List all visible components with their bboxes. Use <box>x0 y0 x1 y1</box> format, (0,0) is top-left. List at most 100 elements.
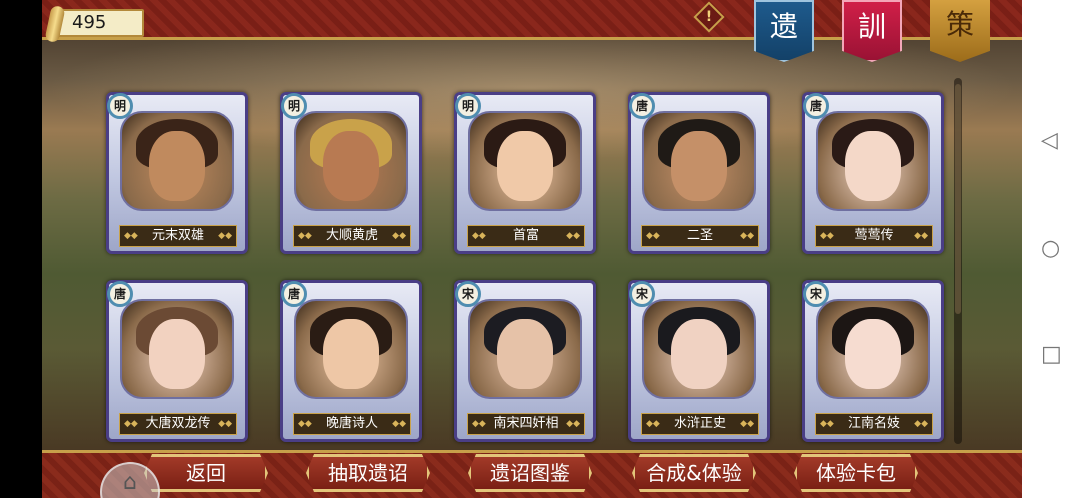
card-7[interactable]: 宋 ◆◆ 南宋四奸相 ◆◆ <box>454 280 596 442</box>
card-name-bar: ◆◆ 江南名妓 ◆◆ <box>815 413 933 435</box>
tab-xun-label: 訓 <box>857 10 886 43</box>
dynasty-badge: 唐 <box>107 281 133 307</box>
card-name-bar: ◆◆ 大顺黄虎 ◆◆ <box>293 225 411 247</box>
card-portrait <box>120 299 234 399</box>
trial-pack-button[interactable]: 体验卡包 <box>794 454 918 492</box>
currency-amount: 495 <box>58 9 144 37</box>
card-2[interactable]: 明 ◆◆ 首富 ◆◆ <box>454 92 596 254</box>
card-list-scrollbar[interactable] <box>954 78 962 444</box>
card-portrait <box>468 111 582 211</box>
home-icon: ⌂ <box>123 470 137 495</box>
card-name-bar: ◆◆ 南宋四奸相 ◆◆ <box>467 413 585 435</box>
tab-ce-label: 策 <box>945 8 974 41</box>
dynasty-badge: 明 <box>455 93 481 119</box>
ornament-left-icon: ◆◆ <box>124 419 138 429</box>
tab-ce[interactable]: 策 <box>930 0 990 62</box>
ornament-right-icon: ◆◆ <box>218 419 232 429</box>
portrait-face <box>671 319 727 389</box>
card-8[interactable]: 宋 ◆◆ 水浒正史 ◆◆ <box>628 280 770 442</box>
back-button[interactable]: 返回 <box>144 454 268 492</box>
ornament-right-icon: ◆◆ <box>914 231 928 241</box>
card-name: 莺莺传 <box>854 228 894 243</box>
scrollbar-thumb[interactable] <box>955 84 961 314</box>
card-name-bar: ◆◆ 莺莺传 ◆◆ <box>815 225 933 247</box>
portrait-face <box>845 319 901 389</box>
card-name-bar: ◆◆ 晚唐诗人 ◆◆ <box>293 413 411 435</box>
ornament-right-icon: ◆◆ <box>566 231 580 241</box>
portrait-face <box>845 131 901 201</box>
dynasty-badge: 明 <box>107 93 133 119</box>
card-name: 江南名妓 <box>847 416 900 431</box>
currency-display: 495 <box>44 4 148 44</box>
card-name: 水浒正史 <box>673 416 726 431</box>
ornament-left-icon: ◆◆ <box>646 419 660 429</box>
card-portrait <box>120 111 234 211</box>
card-portrait <box>642 299 756 399</box>
card-name-bar: ◆◆ 二圣 ◆◆ <box>641 225 759 247</box>
card-portrait <box>816 299 930 399</box>
card-portrait <box>816 111 930 211</box>
card-5[interactable]: 唐 ◆◆ 大唐双龙传 ◆◆ <box>106 280 248 442</box>
card-name-bar: ◆◆ 首富 ◆◆ <box>467 225 585 247</box>
card-9[interactable]: 宋 ◆◆ 江南名妓 ◆◆ <box>802 280 944 442</box>
portrait-face <box>497 131 553 201</box>
ornament-right-icon: ◆◆ <box>392 231 406 241</box>
card-0[interactable]: 明 ◆◆ 元末双雄 ◆◆ <box>106 92 248 254</box>
android-nav-bar: ◁ ○ □ <box>1022 0 1080 498</box>
exclamation-icon: ! <box>705 9 713 25</box>
ornament-right-icon: ◆◆ <box>914 419 928 429</box>
ornament-left-icon: ◆◆ <box>472 231 486 241</box>
card-name: 大唐双龙传 <box>145 416 211 431</box>
card-portrait <box>294 111 408 211</box>
combine-trial-button[interactable]: 合成&体验 <box>632 454 756 492</box>
portrait-face <box>497 319 553 389</box>
portrait-face <box>149 319 205 389</box>
tab-yi-label: 遗 <box>769 10 798 43</box>
nav-recent-icon[interactable]: □ <box>1041 342 1062 367</box>
card-portrait <box>642 111 756 211</box>
ornament-left-icon: ◆◆ <box>820 231 834 241</box>
dynasty-badge: 唐 <box>281 281 307 307</box>
portrait-face <box>323 131 379 201</box>
left-black-bar <box>0 0 42 498</box>
portrait-face <box>671 131 727 201</box>
dynasty-badge: 宋 <box>629 281 655 307</box>
dynasty-badge: 唐 <box>803 93 829 119</box>
card-name: 晚唐诗人 <box>325 416 378 431</box>
edict-catalog-button[interactable]: 遗诏图鉴 <box>468 454 592 492</box>
ornament-right-icon: ◆◆ <box>740 231 754 241</box>
ornament-right-icon: ◆◆ <box>218 231 232 241</box>
portrait-face <box>149 131 205 201</box>
card-4[interactable]: 唐 ◆◆ 莺莺传 ◆◆ <box>802 92 944 254</box>
card-name: 首富 <box>512 228 539 243</box>
ornament-left-icon: ◆◆ <box>298 419 312 429</box>
card-name: 二圣 <box>686 228 713 243</box>
card-name: 大顺黄虎 <box>325 228 378 243</box>
ornament-left-icon: ◆◆ <box>646 231 660 241</box>
nav-back-icon[interactable]: ◁ <box>1041 128 1058 153</box>
ornament-right-icon: ◆◆ <box>566 419 580 429</box>
card-1[interactable]: 明 ◆◆ 大顺黄虎 ◆◆ <box>280 92 422 254</box>
ornament-right-icon: ◆◆ <box>740 419 754 429</box>
ornament-left-icon: ◆◆ <box>820 419 834 429</box>
dynasty-badge: 宋 <box>803 281 829 307</box>
ornament-left-icon: ◆◆ <box>124 231 138 241</box>
tab-xun[interactable]: 訓 <box>842 0 902 62</box>
ornament-right-icon: ◆◆ <box>392 419 406 429</box>
ornament-left-icon: ◆◆ <box>298 231 312 241</box>
card-name: 元末双雄 <box>151 228 204 243</box>
card-name-bar: ◆◆ 大唐双龙传 ◆◆ <box>119 413 237 435</box>
portrait-face <box>323 319 379 389</box>
ornament-left-icon: ◆◆ <box>472 419 486 429</box>
card-name-bar: ◆◆ 元末双雄 ◆◆ <box>119 225 237 247</box>
card-name: 南宋四奸相 <box>493 416 559 431</box>
draw-edict-button[interactable]: 抽取遗诏 <box>306 454 430 492</box>
tab-yi[interactable]: 遗 <box>754 0 814 62</box>
dynasty-badge: 唐 <box>629 93 655 119</box>
nav-home-icon[interactable]: ○ <box>1041 236 1060 261</box>
card-portrait <box>468 299 582 399</box>
card-6[interactable]: 唐 ◆◆ 晚唐诗人 ◆◆ <box>280 280 422 442</box>
card-name-bar: ◆◆ 水浒正史 ◆◆ <box>641 413 759 435</box>
dynasty-badge: 明 <box>281 93 307 119</box>
card-3[interactable]: 唐 ◆◆ 二圣 ◆◆ <box>628 92 770 254</box>
